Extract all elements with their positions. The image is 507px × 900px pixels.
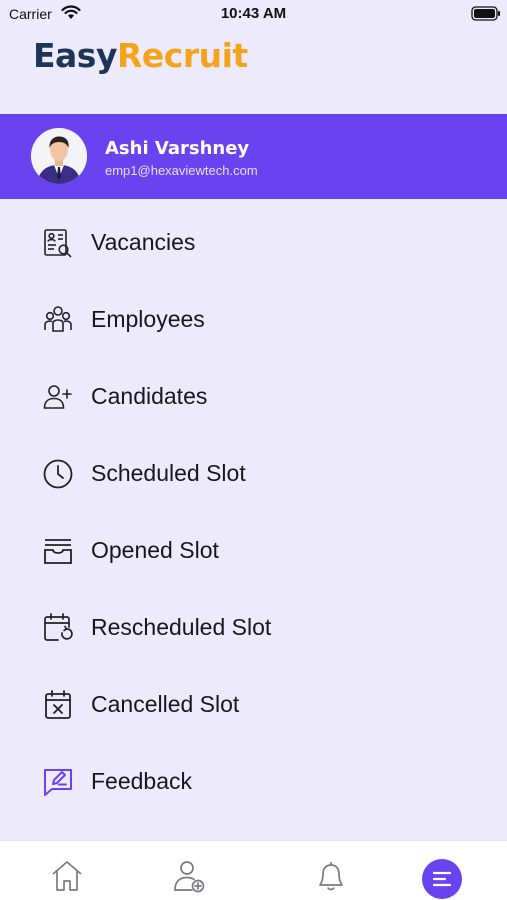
battery-icon: [471, 6, 501, 21]
menu-item-cancelled-slot[interactable]: Cancelled Slot: [0, 667, 507, 744]
menu-label-feedback: Feedback: [91, 768, 193, 794]
menu-item-candidates[interactable]: Candidates: [0, 359, 507, 436]
clock-icon: [42, 458, 74, 490]
side-menu: Vacancies Employees Candidates Scheduled…: [0, 205, 507, 821]
menu-item-vacancies[interactable]: Vacancies: [0, 205, 507, 282]
profile-name: Ashi Varshney: [105, 138, 250, 159]
status-time: 10:43 AM: [220, 5, 287, 22]
profile-email: emp1@hexaviewtech.com: [105, 163, 258, 178]
calendar-reschedule-icon: [42, 612, 74, 644]
menu-label-rescheduled-slot: Rescheduled Slot: [91, 614, 272, 640]
calendar-cancel-icon: [42, 689, 74, 721]
vacancies-icon: [42, 227, 74, 259]
menu-item-rescheduled-slot[interactable]: Rescheduled Slot: [0, 590, 507, 667]
profile-header[interactable]: Ashi Varshney emp1@hexaviewtech.com: [0, 114, 507, 199]
avatar: [31, 128, 87, 184]
menu-item-opened-slot[interactable]: Opened Slot: [0, 513, 507, 590]
logo-text-recruit: Recruit: [116, 36, 248, 75]
logo-text-easy: Easy: [33, 36, 117, 75]
inbox-icon: [42, 535, 74, 567]
employees-icon: [42, 304, 74, 336]
bell-icon[interactable]: [314, 859, 348, 893]
add-user-icon[interactable]: [172, 859, 206, 893]
menu-label-cancelled-slot: Cancelled Slot: [91, 691, 240, 717]
menu-label-scheduled-slot: Scheduled Slot: [91, 460, 246, 486]
status-bar: Carrier 10:43 AM: [0, 0, 507, 28]
menu-label-employees: Employees: [91, 306, 205, 332]
menu-label-vacancies: Vacancies: [91, 229, 196, 255]
menu-item-feedback[interactable]: Feedback: [0, 744, 507, 821]
menu-label-opened-slot: Opened Slot: [91, 537, 219, 563]
app-logo: EasyRecruit: [33, 36, 248, 80]
home-icon[interactable]: [50, 859, 84, 893]
menu-icon[interactable]: [422, 859, 462, 899]
menu-label-candidates: Candidates: [91, 383, 208, 409]
bottom-nav: [0, 840, 507, 900]
feedback-icon: [42, 766, 74, 798]
menu-item-employees[interactable]: Employees: [0, 282, 507, 359]
add-candidate-icon: [42, 381, 74, 413]
menu-item-scheduled-slot[interactable]: Scheduled Slot: [0, 436, 507, 513]
